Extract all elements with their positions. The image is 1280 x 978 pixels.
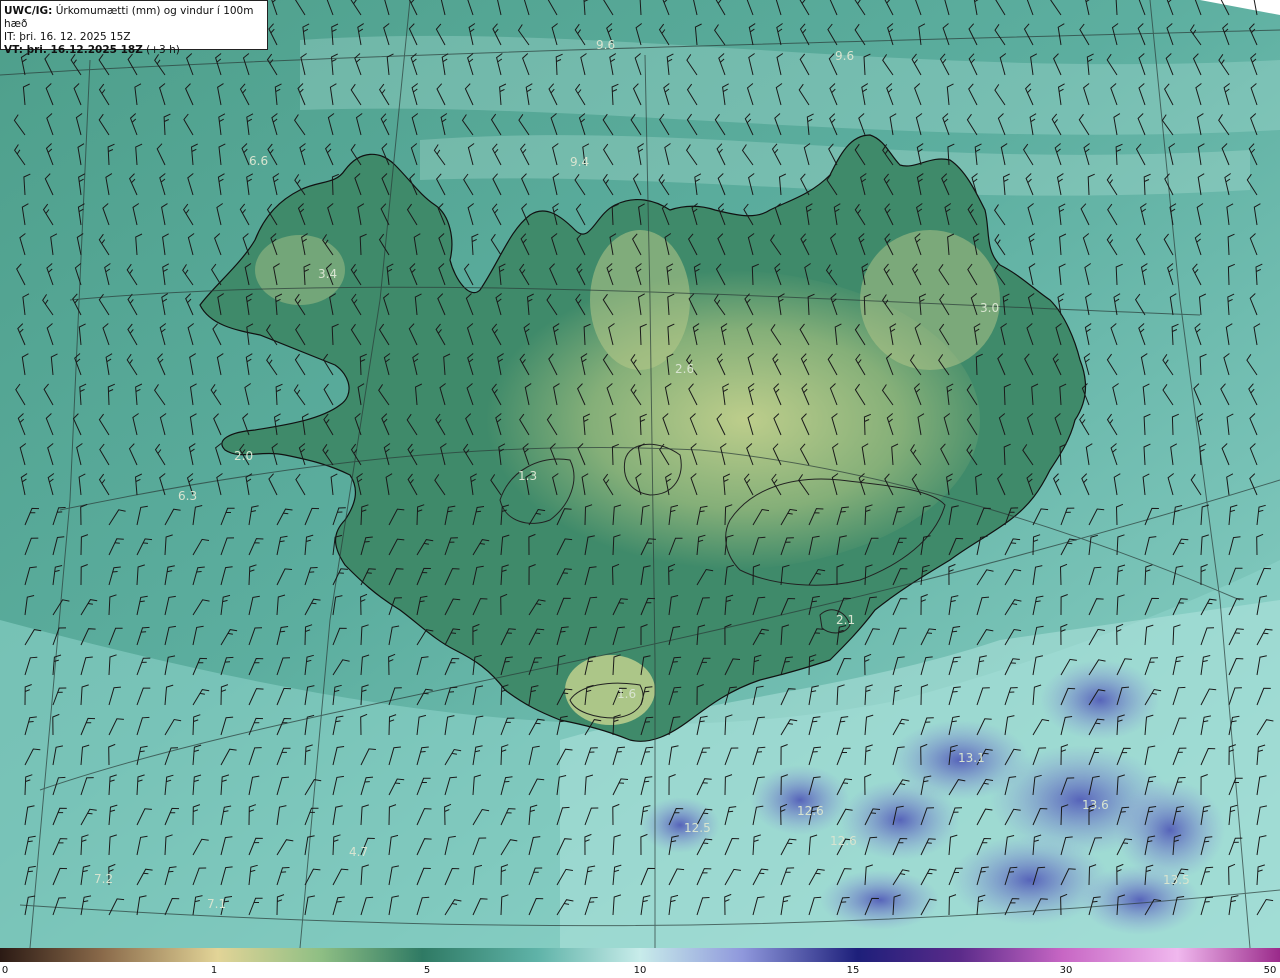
- map-value: 12.5: [684, 821, 711, 835]
- map-value: 13.1: [958, 751, 985, 765]
- map-value: 3.0: [980, 301, 999, 315]
- map-value: 6.6: [249, 154, 268, 168]
- map-value: 6.3: [178, 489, 197, 503]
- colorbar-ramp: [0, 948, 1280, 962]
- title-line-3: VT: þri. 16.12.2025 18Z (+3 h): [4, 44, 264, 57]
- map-value: 2.0: [234, 449, 253, 463]
- map-value: 7.2: [94, 872, 113, 886]
- colorbar-tick: 10: [633, 965, 647, 976]
- map-title-box: UWC/IG: Úrkomumætti (mm) og vindur í 100…: [0, 0, 268, 56]
- init-time-value: þri. 16. 12. 2025 15Z: [19, 31, 131, 43]
- map-value: 9.4: [570, 155, 589, 169]
- colorbar-tick: 0: [1, 965, 9, 976]
- map-value: 9.6: [835, 49, 854, 63]
- map-value: 7.1: [207, 897, 226, 911]
- map-value: 2.6: [675, 362, 694, 376]
- map-value: 12.6: [830, 834, 857, 848]
- lead-time-value: (+3 h): [146, 44, 180, 56]
- title-line-1: UWC/IG: Úrkomumætti (mm) og vindur í 100…: [4, 5, 264, 31]
- valid-time-label: VT: þri. 16.12.2025 18Z: [4, 44, 143, 56]
- map-value: 12.6: [797, 804, 824, 818]
- precipitation-map[interactable]: 9.6 9.6 9.4 6.6 3.4 3.0 2.6 2.0 6.3 1.3 …: [0, 0, 1280, 948]
- colorbar-tick: 5: [423, 965, 431, 976]
- colorbar-tick: 1: [210, 965, 218, 976]
- colorbar-tick: 50: [1263, 965, 1277, 976]
- map-value: 13.6: [1082, 798, 1109, 812]
- init-time-label: IT:: [4, 31, 16, 43]
- map-value: 1.6: [617, 687, 636, 701]
- map-value: 2.1: [836, 613, 855, 627]
- model-label: UWC/IG:: [4, 5, 53, 17]
- map-value: 1.3: [518, 469, 537, 483]
- title-line-2: IT: þri. 16. 12. 2025 15Z: [4, 31, 264, 44]
- map-value: 9.6: [596, 38, 615, 52]
- precip-colorbar: 0 1 5 10 15 30 50: [0, 948, 1280, 978]
- colorbar-tick: 15: [846, 965, 860, 976]
- map-value: 13.5: [1163, 873, 1190, 887]
- colorbar-tick: 30: [1059, 965, 1073, 976]
- map-value: 4.7: [349, 845, 368, 859]
- map-value: 3.4: [318, 267, 337, 281]
- map-canvas: 9.6 9.6 9.4 6.6 3.4 3.0 2.6 2.0 6.3 1.3 …: [0, 0, 1280, 948]
